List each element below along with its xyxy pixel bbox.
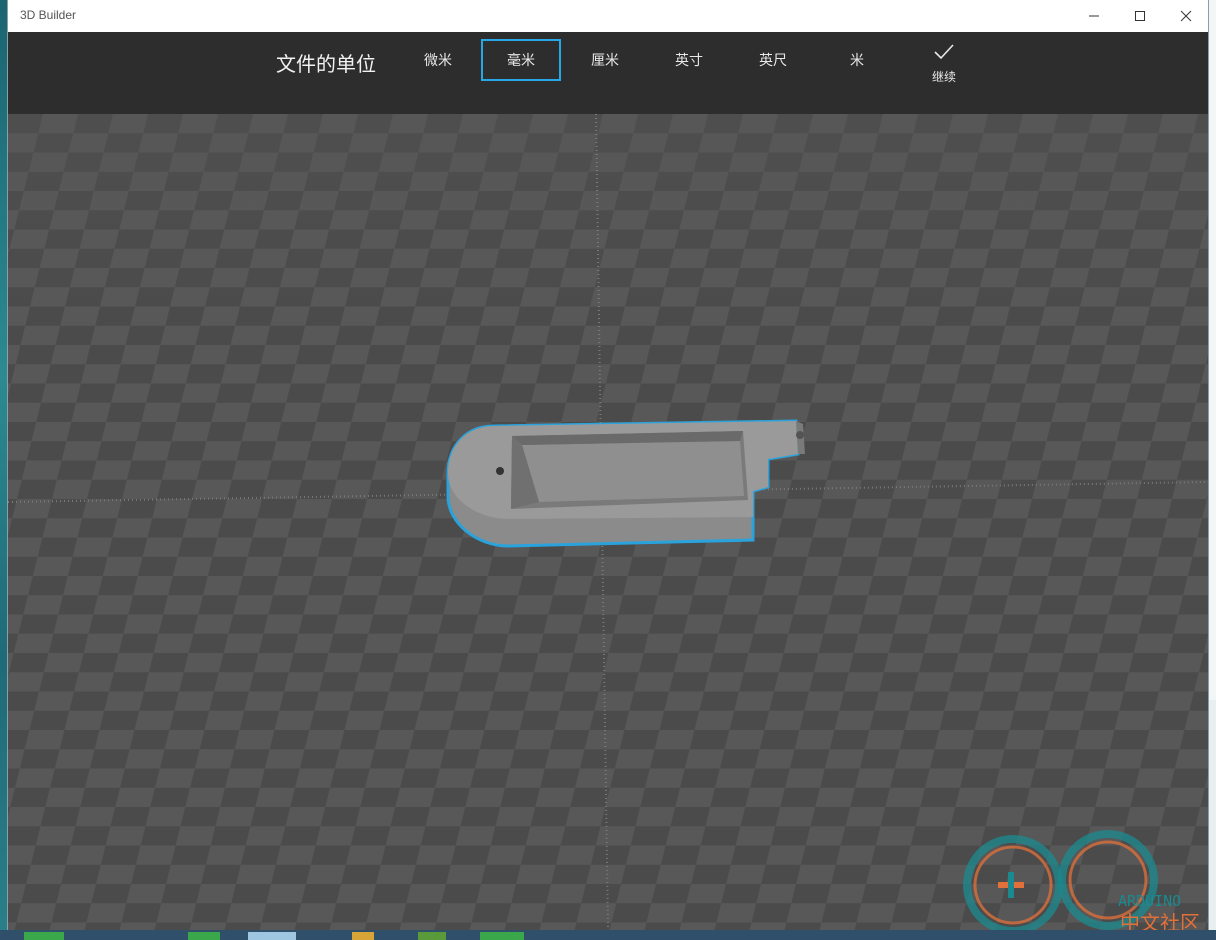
title-bar[interactable]: 3D Builder [8,0,1208,32]
taskbar-item[interactable] [188,932,220,940]
app-window: 3D Builder 文件的单位 微米 毫米 厘米 英寸 英尺 米 继续 [8,0,1208,930]
desktop-background-right [1208,0,1216,940]
unit-button-millimeter[interactable]: 毫米 [481,39,561,81]
app-title: 3D Builder [20,8,77,22]
maximize-button[interactable] [1117,0,1163,32]
3d-viewport[interactable] [8,114,1208,930]
taskbar-item[interactable] [418,932,446,940]
unit-label: 厘米 [591,53,619,69]
unit-label: 英寸 [675,53,703,69]
watermark-brand: ARDUINO [1118,892,1181,910]
units-title: 文件的单位 [276,52,376,76]
continue-button[interactable]: 继续 [914,42,974,102]
arduino-watermark-logo: ARDUINO 中文社区 [963,830,1200,935]
unit-label: 毫米 [507,53,535,69]
taskbar-item[interactable] [480,932,524,940]
unit-label: 英尺 [759,53,787,69]
minimize-button[interactable] [1071,0,1117,32]
unit-button-centimeter[interactable]: 厘米 [565,39,645,81]
minimize-icon [1089,15,1099,17]
desktop-background-left [0,0,8,940]
unit-button-inch[interactable]: 英寸 [649,39,729,81]
taskbar-item[interactable] [24,932,64,940]
viewport-canvas[interactable] [8,114,1208,930]
3d-model[interactable] [446,419,805,548]
close-button[interactable] [1163,0,1208,32]
model-hole [496,467,504,475]
taskbar-item[interactable] [352,932,374,940]
unit-button-micrometer[interactable]: 微米 [398,39,478,81]
unit-button-foot[interactable]: 英尺 [733,39,813,81]
unit-button-meter[interactable]: 米 [817,39,897,81]
taskbar [0,930,1216,940]
maximize-icon [1135,11,1145,21]
continue-label: 继续 [931,70,956,84]
taskbar-item[interactable] [248,932,296,940]
units-toolbar: 文件的单位 微米 毫米 厘米 英寸 英尺 米 继续 [8,32,1208,114]
check-icon [934,44,954,60]
unit-label: 微米 [424,53,452,69]
close-icon [1180,10,1192,22]
unit-label: 米 [850,53,864,69]
